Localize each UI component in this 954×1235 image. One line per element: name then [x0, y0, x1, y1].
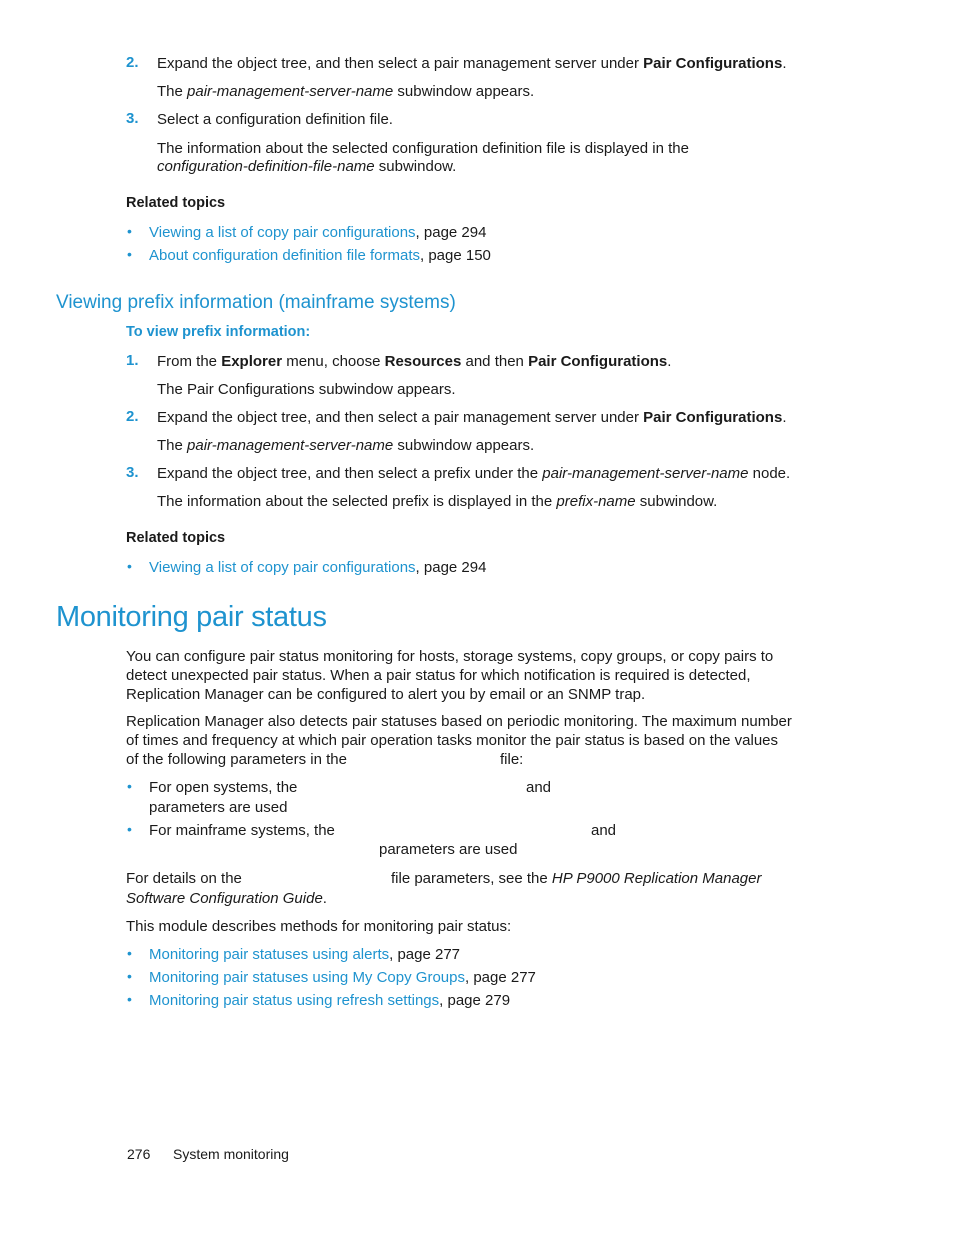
page-number: 276	[127, 1146, 151, 1162]
bullet-icon: •	[127, 223, 132, 239]
step-result: The pair-management-server-name subwindo…	[157, 83, 535, 100]
step-result-line2: configuration-definition-file-name subwi…	[157, 158, 457, 175]
page-ref: , page 294	[415, 559, 487, 576]
bullet-icon: •	[127, 968, 132, 984]
guide-title: HP P9000 Replication Manager	[551, 870, 762, 887]
step-number: 2.	[126, 408, 139, 425]
related-topic-link[interactable]: About configuration definition file form…	[149, 247, 420, 264]
bullet-icon: •	[127, 558, 132, 574]
step-text: From the Explorer menu, choose Resources…	[157, 353, 672, 370]
page-ref: , page 150	[420, 247, 491, 264]
bullet-icon: •	[127, 991, 132, 1007]
related-topic-link[interactable]: Viewing a list of copy pair configuratio…	[149, 559, 416, 576]
bullet-icon: •	[127, 246, 132, 262]
ui-term: Pair Configurations	[643, 55, 783, 72]
bullet-icon: •	[127, 821, 132, 837]
ui-term: Explorer	[221, 353, 283, 370]
page-ref: , page 277	[464, 969, 536, 986]
related-topic-link[interactable]: Viewing a list of copy pair configuratio…	[149, 224, 416, 241]
ui-term: Pair Configurations	[643, 409, 783, 426]
footer-section: System monitoring	[173, 1146, 289, 1162]
page-ref: , page 279	[439, 992, 511, 1009]
module-intro: This module describes methods for monito…	[126, 918, 512, 935]
related-topics-heading: Related topics	[126, 530, 226, 546]
module-link[interactable]: Monitoring pair statuses using My Copy G…	[149, 969, 465, 986]
section-heading-monitoring: Monitoring pair status	[56, 601, 327, 633]
step-text: Expand the object tree, and then select …	[157, 409, 787, 426]
bullet-icon: •	[127, 945, 132, 961]
ui-term: Pair Configurations	[528, 353, 668, 370]
page-ref: , page 277	[389, 946, 461, 963]
module-link[interactable]: Monitoring pair status using refresh set…	[149, 992, 439, 1009]
step-result: The Pair Configurations subwindow appear…	[157, 381, 456, 398]
related-topics-heading: Related topics	[126, 195, 226, 211]
step-text: Expand the object tree, and then select …	[157, 55, 787, 72]
module-link[interactable]: Monitoring pair statuses using alerts	[149, 946, 389, 963]
page-ref: , page 294	[415, 224, 487, 241]
guide-title: Software Configuration Guide	[126, 890, 323, 907]
intro-paragraph: You can configure pair status monitoring…	[126, 648, 774, 703]
step-number: 3.	[126, 464, 139, 481]
step-number: 3.	[126, 110, 139, 127]
bullet-icon: •	[127, 778, 132, 794]
step-number: 2.	[126, 54, 139, 71]
step-text: Expand the object tree, and then select …	[157, 465, 791, 482]
step-result: The information about the selected prefi…	[157, 493, 718, 510]
step-result: The pair-management-server-name subwindo…	[157, 437, 535, 454]
ui-term: Resources	[384, 353, 462, 370]
section-heading-prefix: Viewing prefix information (mainframe sy…	[56, 292, 456, 313]
step-result-line1: The information about the selected confi…	[157, 140, 689, 157]
procedure-heading: To view prefix information:	[126, 324, 311, 340]
monitoring-paragraph: Replication Manager also detects pair st…	[126, 713, 792, 768]
step-number: 1.	[126, 352, 139, 369]
step-text: Select a configuration definition file.	[157, 111, 393, 128]
